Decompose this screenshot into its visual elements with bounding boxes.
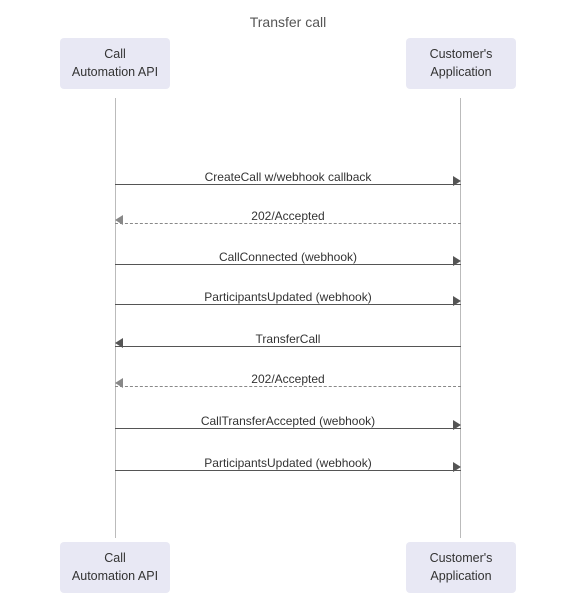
arrow-label-6: 202/Accepted bbox=[115, 372, 461, 386]
arrow-row-7: CallTransferAccepted (webhook) bbox=[115, 398, 461, 418]
diagram-container: Transfer call Call Automation API Custom… bbox=[0, 0, 576, 595]
arrow-line-5 bbox=[115, 346, 461, 347]
arrow-line-2 bbox=[115, 223, 461, 224]
arrow-label-4: ParticipantsUpdated (webhook) bbox=[115, 290, 461, 304]
arrow-label-1: CreateCall w/webhook callback bbox=[115, 170, 461, 184]
arrow-line-4 bbox=[115, 304, 461, 305]
actor-top-right: Customer's Application bbox=[406, 38, 516, 89]
arrowhead-6 bbox=[115, 378, 123, 388]
arrow-label-8: ParticipantsUpdated (webhook) bbox=[115, 456, 461, 470]
arrow-line-8 bbox=[115, 470, 461, 471]
arrow-label-7: CallTransferAccepted (webhook) bbox=[115, 414, 461, 428]
arrow-row-2: 202/Accepted bbox=[115, 193, 461, 213]
actor-top-left: Call Automation API bbox=[60, 38, 170, 89]
arrowhead-7 bbox=[453, 420, 461, 430]
arrow-row-6: 202/Accepted bbox=[115, 356, 461, 376]
arrow-row-5: TransferCall bbox=[115, 316, 461, 336]
arrowhead-4 bbox=[453, 296, 461, 306]
arrow-row-3: CallConnected (webhook) bbox=[115, 234, 461, 254]
actor-bottom-right: Customer's Application bbox=[406, 542, 516, 593]
arrow-line-3 bbox=[115, 264, 461, 265]
arrow-line-1 bbox=[115, 184, 461, 185]
arrowhead-2 bbox=[115, 215, 123, 225]
arrow-row-8: ParticipantsUpdated (webhook) bbox=[115, 440, 461, 460]
arrow-line-6 bbox=[115, 386, 461, 387]
arrow-label-2: 202/Accepted bbox=[115, 209, 461, 223]
arrow-row-1: CreateCall w/webhook callback bbox=[115, 154, 461, 174]
diagram-title: Transfer call bbox=[0, 0, 576, 30]
arrow-row-4: ParticipantsUpdated (webhook) bbox=[115, 274, 461, 294]
arrowhead-1 bbox=[453, 176, 461, 186]
actor-bottom-left: Call Automation API bbox=[60, 542, 170, 593]
arrowhead-8 bbox=[453, 462, 461, 472]
arrow-label-3: CallConnected (webhook) bbox=[115, 250, 461, 264]
arrowhead-5 bbox=[115, 338, 123, 348]
diagram-body: Call Automation API Customer's Applicati… bbox=[0, 38, 576, 593]
arrow-line-7 bbox=[115, 428, 461, 429]
arrowhead-3 bbox=[453, 256, 461, 266]
arrow-label-5: TransferCall bbox=[115, 332, 461, 346]
